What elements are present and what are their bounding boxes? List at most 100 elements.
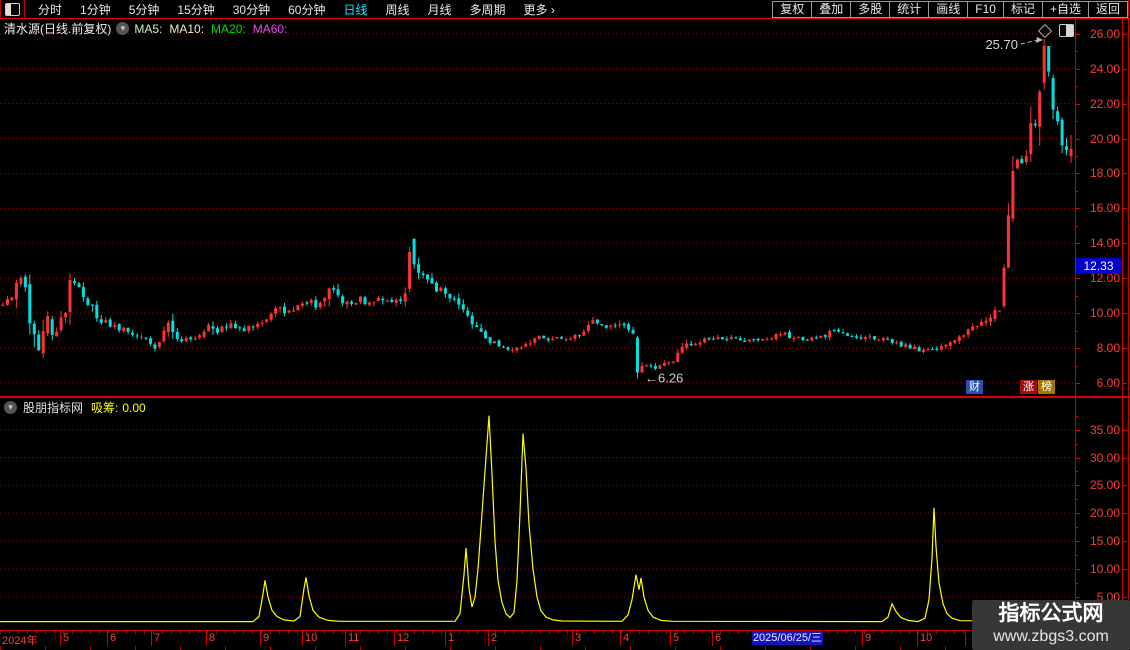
ma-labels: MA5: MA10: MA20: MA60: (134, 22, 294, 36)
price-tick (1075, 139, 1080, 140)
price-tick (1075, 313, 1080, 314)
price-tick (1075, 104, 1080, 105)
indicator-axis-label: 25.00 (1089, 478, 1120, 492)
indicator-axis-label: 35.00 (1089, 423, 1120, 437)
menu-item-更多[interactable]: 更多 › (515, 1, 564, 18)
menu-item-月线[interactable]: 月线 (419, 1, 461, 18)
ma-label: MA20: (211, 21, 246, 36)
price-tick (1075, 243, 1080, 244)
price-tick (1075, 348, 1080, 349)
indicator-tick (1075, 513, 1080, 514)
month-tick (345, 631, 346, 646)
price-minor-tick (1075, 366, 1078, 367)
menu-item-日线[interactable]: 日线 (334, 1, 376, 18)
menu-button-叠加[interactable]: 叠加 (811, 0, 852, 18)
time-axis[interactable]: 2024年 5 6 7 8 9 10 11 12 1 2 3 4 5 6 9 10 2025/06/25/三 (0, 630, 1130, 647)
month-tick (917, 631, 918, 646)
indicator-minor-tick (1075, 471, 1078, 472)
menu-button-多股[interactable]: 多股 (850, 0, 891, 18)
month-tick (302, 631, 303, 646)
menu-item-5分钟[interactable]: 5分钟 (120, 1, 169, 18)
maximize-pane-icon[interactable] (1059, 24, 1074, 37)
month-label: 9 (865, 632, 872, 644)
menu-button-复权[interactable]: 复权 (772, 0, 813, 18)
indicator-tick-right (1122, 458, 1127, 459)
window-right-border (1128, 0, 1129, 650)
price-tick-right (1122, 69, 1127, 70)
menu-item-1分钟[interactable]: 1分钟 (71, 1, 120, 18)
month-label: 8 (209, 632, 216, 644)
gainers-button-bang[interactable]: 榜 (1038, 380, 1055, 394)
mark-diamond-icon[interactable] (1037, 23, 1053, 38)
bottom-cut-row (0, 646, 1130, 650)
menu-button-返回[interactable]: 返回 (1087, 0, 1128, 18)
month-label: 10 (920, 632, 933, 644)
month-label: 2 (491, 632, 498, 644)
top-menubar: 分时 1分钟 5分钟 15分钟 30分钟 60分钟 日线 周线 月线 多周期 更多 › 复权 叠加 多股… (0, 0, 1130, 19)
price-tick-right (1122, 278, 1127, 279)
price-axis-label: 18.00 (1089, 166, 1120, 180)
window-layout-button[interactable] (1, 0, 25, 18)
month-label: 9 (263, 632, 270, 644)
axis-right-line (1122, 19, 1123, 630)
watermark: 指标公式网 www.zbgs3.com (972, 600, 1130, 650)
menu-item-分时[interactable]: 分时 (29, 1, 71, 18)
month-label: 5 (63, 632, 70, 644)
month-tick (488, 631, 489, 646)
price-minor-tick (1075, 191, 1078, 192)
pane-separator (0, 396, 1130, 398)
month-tick (862, 631, 863, 646)
indicator-minor-tick (1075, 583, 1078, 584)
indicator-value: 0.00 (122, 400, 146, 415)
menu-item-60分钟[interactable]: 60分钟 (279, 1, 334, 18)
indicator-tick-right (1122, 513, 1127, 514)
month-label: 5 (673, 632, 680, 644)
indicator-name: 吸筹: (91, 401, 119, 415)
indicator-chart[interactable] (0, 398, 1075, 630)
gainers-button-zhang[interactable]: 涨 (1020, 380, 1037, 394)
month-tick (712, 631, 713, 646)
indicator-collapse-icon[interactable]: ▾ (4, 401, 17, 414)
menu-button-+自选[interactable]: +自选 (1041, 0, 1089, 18)
collapse-chevron-icon[interactable]: ▾ (116, 22, 130, 35)
indicator-source: 股朋指标网 (23, 401, 84, 415)
menu-item-15分钟[interactable]: 15分钟 (168, 1, 223, 18)
last-price-marker: 12.33 (1076, 258, 1121, 274)
crosshair-date-box: 2025/06/25/三 (752, 631, 823, 645)
candlestick-chart[interactable]: 25.70 ←6.26 (0, 20, 1075, 397)
period-menu: 分时 1分钟 5分钟 15分钟 30分钟 60分钟 日线 周线 月线 多周期 更多 › (29, 1, 564, 18)
menu-button-标记[interactable]: 标记 (1002, 0, 1043, 18)
watermark-url: www.zbgs3.com (993, 628, 1109, 645)
price-axis-label: 26.00 (1089, 27, 1120, 41)
menu-item-30分钟[interactable]: 30分钟 (224, 1, 279, 18)
month-label: 4 (623, 632, 630, 644)
month-label: 11 (348, 632, 360, 644)
indicator-axis-label: 10.00 (1089, 562, 1120, 576)
indicator-minor-tick (1075, 499, 1078, 500)
price-tick (1075, 208, 1080, 209)
menu-button-F10[interactable]: F10 (967, 0, 1004, 18)
month-tick (572, 631, 573, 646)
month-tick (620, 631, 621, 646)
month-label: 12 (397, 632, 410, 644)
finance-button[interactable]: 财 (966, 380, 983, 394)
price-tick-right (1122, 243, 1127, 244)
month-label: 3 (575, 632, 582, 644)
month-label: 1 (448, 632, 455, 644)
month-tick (965, 631, 966, 646)
chart-title: 清水源(日线.前复权) (4, 22, 112, 36)
annotation-high: 25.70 (985, 37, 1018, 52)
indicator-minor-tick (1075, 555, 1078, 556)
menu-button-画线[interactable]: 画线 (928, 0, 969, 18)
price-tick-right (1122, 348, 1127, 349)
month-tick (206, 631, 207, 646)
menu-item-多周期[interactable]: 多周期 (461, 1, 515, 18)
price-minor-tick (1075, 156, 1078, 157)
menu-button-统计[interactable]: 统计 (889, 0, 930, 18)
menu-item-周线[interactable]: 周线 (376, 1, 418, 18)
indicator-axis-label: 30.00 (1089, 451, 1120, 465)
price-axis-label: 22.00 (1089, 97, 1120, 111)
price-axis-label: 24.00 (1089, 62, 1120, 76)
indicator-tick-right (1122, 569, 1127, 570)
month-tick (107, 631, 108, 646)
